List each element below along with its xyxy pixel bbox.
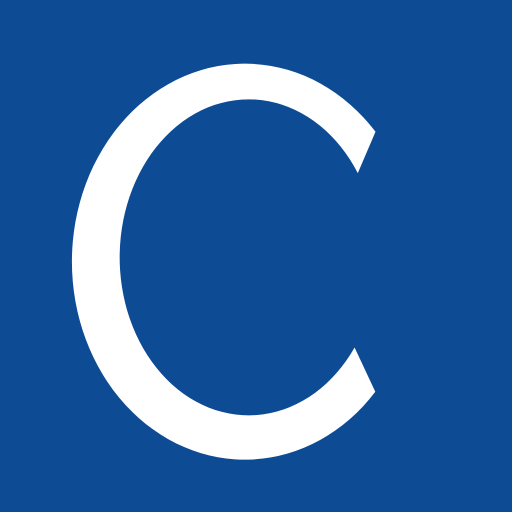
logo-tile xyxy=(0,0,512,512)
letter-c-icon xyxy=(71,63,376,460)
letter-c-shape xyxy=(71,63,376,460)
